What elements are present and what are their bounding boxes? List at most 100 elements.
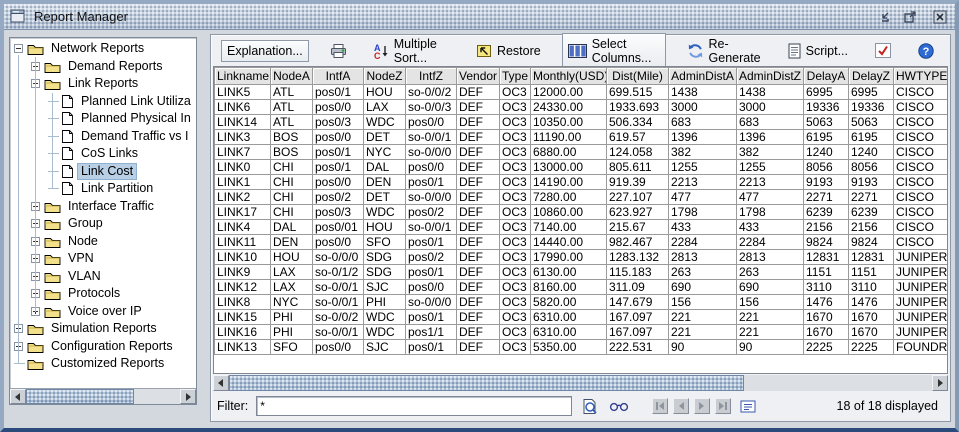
multiple-sort-button[interactable]: ACMultiple Sort... — [368, 33, 455, 69]
cell-admindista: 382 — [669, 145, 737, 160]
next-page-button[interactable] — [694, 398, 710, 414]
select-columns-button[interactable]: Select Columns... — [562, 33, 666, 69]
tree-item-group[interactable]: Group — [10, 215, 196, 233]
report-tree-panel: Network ReportsDemand ReportsLink Report… — [9, 37, 197, 405]
column-header-dist-mile[interactable]: Dist(Mile) — [607, 68, 669, 85]
search-button[interactable] — [608, 398, 630, 414]
validate-button[interactable] — [869, 39, 897, 62]
print-button[interactable] — [324, 39, 353, 63]
scrollbar-thumb[interactable] — [26, 389, 134, 404]
titlebar[interactable]: Report Manager — [4, 4, 955, 30]
table-row-link6[interactable]: LINK6ATLpos0/0LAXso-0/0/3DEFOC324330.001… — [215, 100, 949, 115]
tree-item-link-reports[interactable]: Link Reports — [10, 75, 196, 93]
table-horizontal-scrollbar[interactable] — [213, 375, 948, 391]
collapse-toggle-icon[interactable] — [14, 44, 23, 53]
tree-item-demand-traffic-vs-i[interactable]: Demand Traffic vs I — [10, 128, 196, 146]
tree-item-network-reports[interactable]: Network Reports — [10, 40, 196, 58]
cell-hwtypea: CISCO — [894, 130, 949, 145]
column-header-vendor[interactable]: Vendor — [457, 68, 500, 85]
table-row-link13[interactable]: LINK13SFOpos0/0SJCpos0/1DEFOC35350.00222… — [215, 340, 949, 355]
table-row-link12[interactable]: LINK12LAXso-0/0/1SJCpos0/0DEFOC38160.003… — [215, 280, 949, 295]
table-row-link2[interactable]: LINK2CHIpos0/2DETso-0/0/0DEFOC37280.0022… — [215, 190, 949, 205]
tree-item-planned-physical-in[interactable]: Planned Physical In — [10, 110, 196, 128]
page-setup-button[interactable] — [739, 399, 757, 414]
tree-horizontal-scrollbar[interactable] — [10, 388, 196, 404]
cell-nodez: HOU — [364, 220, 406, 235]
tree-item-demand-reports[interactable]: Demand Reports — [10, 58, 196, 76]
tree-item-link-cost[interactable]: Link Cost — [10, 163, 196, 181]
sort-az-icon: AC — [374, 43, 389, 59]
table-row-link9[interactable]: LINK9LAXso-0/1/2SDGpos0/1DEFOC36130.0011… — [215, 265, 949, 280]
cell-delaya: 2156 — [804, 220, 849, 235]
column-header-intfa[interactable]: IntfA — [313, 68, 364, 85]
cell-vendor: DEF — [457, 85, 500, 100]
scroll-right-icon[interactable] — [180, 389, 196, 404]
tree-item-interface-traffic[interactable]: Interface Traffic — [10, 198, 196, 216]
table-row-link1[interactable]: LINK1CHIpos0/0DENpos0/1DEFOC314190.00919… — [215, 175, 949, 190]
cell-nodea: PHI — [271, 325, 313, 340]
previous-page-button[interactable] — [673, 398, 689, 414]
scrollbar-thumb[interactable] — [229, 375, 744, 391]
column-header-nodea[interactable]: NodeA — [271, 68, 313, 85]
explanation-button[interactable]: Explanation... — [221, 40, 309, 62]
cell-intfa: pos0/3 — [313, 115, 364, 130]
column-header-intfz[interactable]: IntfZ — [406, 68, 457, 85]
scroll-left-icon[interactable] — [213, 375, 229, 391]
cell-linkname: LINK16 — [215, 325, 271, 340]
cell-admindista: 1798 — [669, 205, 737, 220]
column-header-hwtypea[interactable]: HWTYPEA — [894, 68, 949, 85]
cell-linkname: LINK11 — [215, 235, 271, 250]
cell-admindistz: 3000 — [737, 100, 804, 115]
close-button[interactable] — [931, 8, 949, 26]
tree-item-vpn[interactable]: VPN — [10, 250, 196, 268]
tree-item-customized-reports[interactable]: Customized Reports — [10, 355, 196, 373]
maximize-button[interactable] — [901, 8, 919, 26]
cell-nodez: WDC — [364, 205, 406, 220]
tree-item-configuration-reports[interactable]: Configuration Reports — [10, 338, 196, 356]
help-button[interactable]: ? — [912, 39, 940, 63]
column-header-delaya[interactable]: DelayA — [804, 68, 849, 85]
content-area: Network ReportsDemand ReportsLink Report… — [4, 31, 955, 428]
re-generate-button[interactable]: Re-Generate — [681, 33, 767, 69]
table-row-link11[interactable]: LINK11DENpos0/0SFOpos0/1DEFOC314440.0098… — [215, 235, 949, 250]
cell-nodea: HOU — [271, 250, 313, 265]
table-row-link7[interactable]: LINK7BOSpos0/1NYCso-0/0/0DEFOC36880.0012… — [215, 145, 949, 160]
iconify-button[interactable] — [877, 8, 895, 26]
column-header-nodez[interactable]: NodeZ — [364, 68, 406, 85]
column-header-admindistz[interactable]: AdminDistZ — [737, 68, 804, 85]
preview-report-button[interactable] — [580, 397, 600, 416]
tree-item-cos-links[interactable]: CoS Links — [10, 145, 196, 163]
table-row-link16[interactable]: LINK16PHIso-0/0/1WDCpos1/1DEFOC36310.001… — [215, 325, 949, 340]
tree-item-vlan[interactable]: VLAN — [10, 268, 196, 286]
script-button[interactable]: Script... — [782, 39, 854, 63]
column-header-delayz[interactable]: DelayZ — [849, 68, 894, 85]
restore-button[interactable]: Restore — [470, 39, 547, 62]
tree-item-node[interactable]: Node — [10, 233, 196, 251]
filter-input[interactable] — [256, 396, 572, 416]
tree-item-simulation-reports[interactable]: Simulation Reports — [10, 320, 196, 338]
table-row-link5[interactable]: LINK5ATLpos0/1HOUso-0/0/2DEFOC312000.006… — [215, 85, 949, 100]
table-row-link10[interactable]: LINK10HOUso-0/0/0SDGpos0/2DEFOC317990.00… — [215, 250, 949, 265]
column-header-admindista[interactable]: AdminDistA — [669, 68, 737, 85]
table-row-link15[interactable]: LINK15PHIso-0/0/2WDCpos0/1DEFOC36310.001… — [215, 310, 949, 325]
table-row-link4[interactable]: LINK4DALpos0/01HOUso-0/0/1DEFOC37140.002… — [215, 220, 949, 235]
tree-item-planned-link-utiliza[interactable]: Planned Link Utiliza — [10, 93, 196, 111]
table-row-link3[interactable]: LINK3BOSpos0/0DETso-0/0/1DEFOC311190.006… — [215, 130, 949, 145]
tree-item-voice-over-ip[interactable]: Voice over IP — [10, 303, 196, 321]
table-row-link17[interactable]: LINK17CHIpos0/3WDCpos0/2DEFOC310860.0062… — [215, 205, 949, 220]
cell-admindista: 2213 — [669, 175, 737, 190]
tree-item-label: Configuration Reports — [48, 339, 176, 354]
last-page-button[interactable] — [715, 398, 731, 414]
column-header-type[interactable]: Type — [500, 68, 531, 85]
column-header-linkname[interactable]: Linkname — [215, 68, 271, 85]
column-header-monthly-usd[interactable]: Monthly(USD) — [531, 68, 607, 85]
scroll-right-icon[interactable] — [932, 375, 948, 391]
table-row-link8[interactable]: LINK8NYCso-0/0/1PHIso-0/0/0DEFOC35820.00… — [215, 295, 949, 310]
table-row-link14[interactable]: LINK14ATLpos0/3WDCpos0/0DEFOC310350.0050… — [215, 115, 949, 130]
tree-item-link-partition[interactable]: Link Partition — [10, 180, 196, 198]
cell-type: OC3 — [500, 100, 531, 115]
tree-item-protocols[interactable]: Protocols — [10, 285, 196, 303]
scroll-left-icon[interactable] — [10, 389, 26, 404]
table-row-link0[interactable]: LINK0CHIpos0/1DALpos0/0DEFOC313000.00805… — [215, 160, 949, 175]
first-page-button[interactable] — [652, 398, 668, 414]
